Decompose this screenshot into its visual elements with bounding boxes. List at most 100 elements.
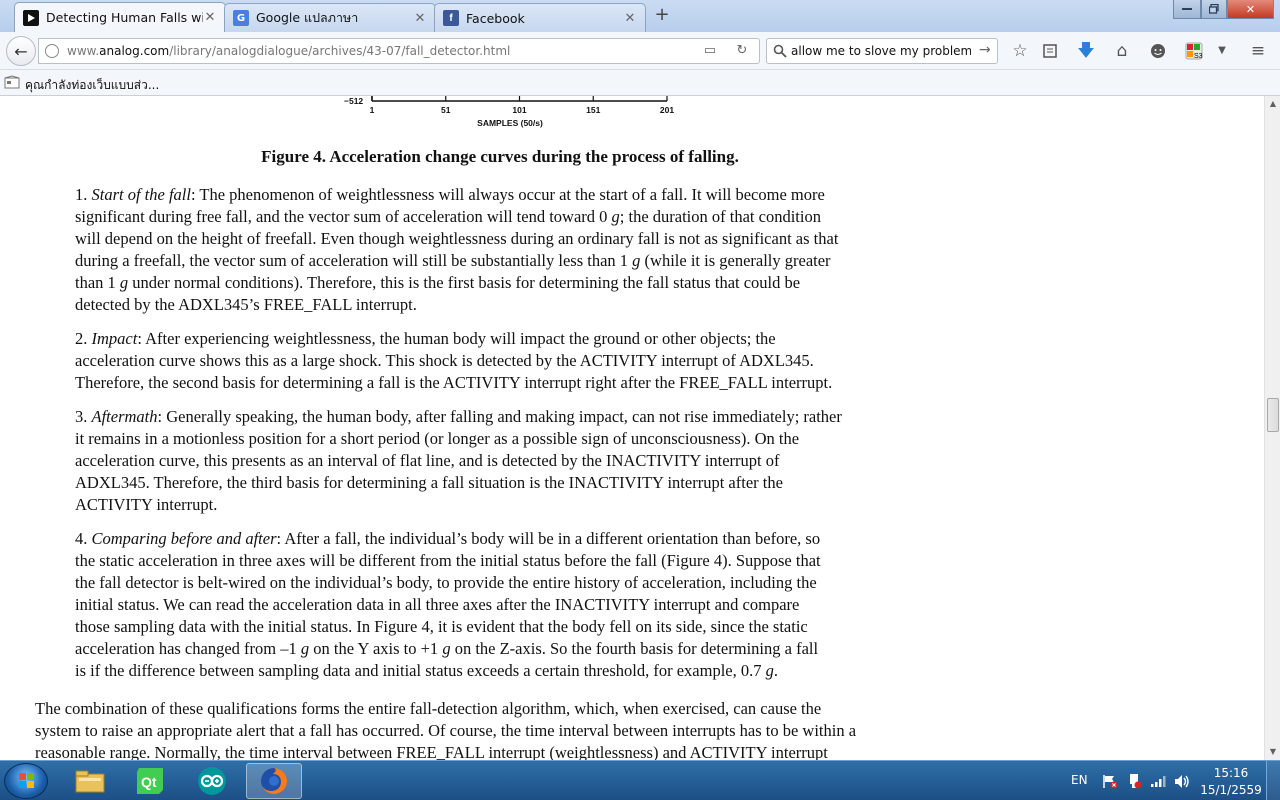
windows-taskbar: Qt EN 15:16 15/1/2559 (0, 760, 1280, 800)
text-line: than 1 g under normal conditions). There… (75, 273, 801, 292)
text-line: 2. Impact: After experiencing weightless… (75, 329, 776, 348)
private-mask-icon (4, 75, 20, 89)
text-line: The combination of these qualifications … (35, 699, 822, 718)
tab-facebook[interactable]: f Facebook ✕ (434, 3, 646, 32)
search-input[interactable] (791, 42, 971, 60)
svg-text:S3: S3 (1194, 53, 1203, 60)
clock-time[interactable]: 15:16 (1205, 766, 1257, 780)
tab-google-translate[interactable]: G Google แปลภาษา ✕ (224, 3, 436, 32)
x-tick-label: 101 (512, 105, 527, 115)
back-button[interactable]: ← (6, 36, 36, 66)
text-line: those sampling data with the initial sta… (75, 617, 808, 636)
taskbar-firefox[interactable] (246, 763, 302, 799)
text-line: detected by the ADXL345’s FREE_FALL inte… (75, 295, 417, 314)
action-center-flag-icon[interactable] (1102, 774, 1118, 789)
text-line: will depend on the height of freefall. E… (75, 229, 839, 248)
firefox-icon (261, 768, 287, 794)
reload-icon[interactable]: ↻ (733, 43, 751, 61)
text-line: ACTIVITY interrupt. (75, 495, 218, 514)
list-item-comparing: 4. Comparing before and after: After a f… (75, 528, 821, 682)
text-line: reasonable range. Normally, the time int… (35, 743, 828, 760)
text-line: system to raise an appropriate alert tha… (35, 721, 857, 740)
tab-title: Facebook (466, 10, 525, 26)
close-window-button[interactable]: ✕ (1227, 0, 1274, 19)
show-desktop-button[interactable] (1266, 761, 1280, 800)
reader-view-icon[interactable]: ▭ (701, 43, 719, 61)
tab-close-icon[interactable]: ✕ (413, 11, 427, 26)
close-icon: ✕ (1245, 2, 1256, 16)
list-item-impact: 2. Impact: After experiencing weightless… (75, 328, 832, 394)
svg-text:Qt: Qt (141, 774, 157, 790)
language-indicator[interactable]: EN (1071, 773, 1088, 787)
start-button[interactable] (4, 763, 48, 799)
taskbar-arduino[interactable] (184, 763, 240, 799)
page-content: −512 SAMPLES (50/s) 1 51 101 151 201 Figure … (0, 96, 1264, 760)
x-tick-label: 201 (659, 105, 675, 115)
back-arrow-icon: ← (14, 41, 28, 61)
file-explorer-icon (75, 770, 105, 793)
volume-icon[interactable] (1174, 774, 1190, 789)
list-item-start-of-fall: 1. Start of the fall: The phenomenon of … (75, 184, 838, 316)
figure-caption: Figure 4. Acceleration change curves dur… (261, 147, 739, 166)
search-go-icon[interactable]: → (979, 42, 991, 58)
chat-icon[interactable] (1146, 40, 1170, 62)
tab-title: Google แปลภาษา (256, 10, 359, 25)
downloads-icon[interactable]: 🡇 (1074, 40, 1098, 62)
scrollbar-thumb[interactable] (1267, 398, 1279, 432)
address-bar[interactable]: www.analog.com/library/analogdialogue/ar… (38, 38, 760, 64)
globe-icon (45, 44, 59, 58)
figure-4-chart: −512 SAMPLES (50/s) 1 51 101 151 201 (330, 96, 690, 132)
taskbar-qt-creator[interactable]: Qt (122, 763, 178, 799)
x-tick-label: 1 (369, 105, 375, 115)
text-line: significant during free fall, and the ve… (75, 207, 821, 226)
x-tick-label: 151 (586, 105, 601, 115)
bookmark-star-icon[interactable]: ☆ (1008, 40, 1032, 62)
bookmark-label[interactable]: คุณกำลังท่องเว็บแบบส่ว... (25, 76, 159, 95)
tab-detecting-falls[interactable]: Detecting Human Falls wit... ✕ (14, 2, 226, 32)
restore-button[interactable] (1201, 0, 1227, 19)
chevron-down-icon[interactable]: ▼ (1210, 40, 1234, 62)
minimize-button[interactable] (1173, 0, 1201, 19)
text-line: acceleration curve, this presents as an … (75, 451, 780, 470)
text-line: Therefore, the second basis for determin… (75, 373, 833, 392)
qt-creator-icon: Qt (137, 768, 163, 794)
new-tab-button[interactable]: + (650, 6, 674, 26)
scroll-up-icon[interactable]: ▲ (1265, 96, 1280, 112)
vertical-scrollbar[interactable]: ▲ ▼ (1264, 96, 1280, 760)
text-line: acceleration curve shows this as a large… (75, 351, 814, 370)
text-line: 3. Aftermath: Generally speaking, the hu… (75, 407, 842, 426)
tab-strip: Detecting Human Falls wit... ✕ G Google … (0, 0, 1280, 32)
windows-logo-icon (19, 773, 34, 788)
s3-addon-icon[interactable]: S3 (1182, 40, 1206, 62)
text-line: 1. Start of the fall: The phenomenon of … (75, 185, 825, 204)
text-line: ADXL345. Therefore, the third basis for … (75, 473, 783, 492)
play-icon (23, 9, 39, 26)
bookmarks-menu-icon[interactable] (1038, 40, 1062, 62)
google-icon: G (233, 10, 249, 26)
browser-window: Detecting Human Falls wit... ✕ G Google … (0, 0, 1280, 800)
text-line: it remains in a motionless position for … (75, 429, 800, 448)
tab-close-icon[interactable]: ✕ (203, 10, 217, 25)
tab-title: Detecting Human Falls wit... (46, 10, 203, 25)
scroll-down-icon[interactable]: ▼ (1265, 744, 1280, 760)
text-line: initial status. We can read the accelera… (75, 595, 800, 614)
url-text[interactable]: www.analog.com/library/analogdialogue/ar… (67, 44, 510, 58)
search-bar[interactable]: → (766, 38, 998, 64)
network-signal-icon[interactable] (1150, 775, 1166, 788)
text-line: during a freefall, the vector sum of acc… (75, 251, 831, 270)
clock-date[interactable]: 15/1/2559 (1199, 783, 1263, 797)
home-icon[interactable]: ⌂ (1110, 40, 1134, 62)
closing-paragraph: The combination of these qualifications … (35, 698, 856, 760)
text-line: 4. Comparing before and after: After a f… (75, 529, 821, 548)
search-icon (773, 44, 787, 58)
facebook-icon: f (443, 10, 459, 26)
x-tick-label: 51 (441, 105, 451, 115)
usb-device-icon[interactable] (1126, 773, 1142, 789)
list-item-aftermath: 3. Aftermath: Generally speaking, the hu… (75, 406, 842, 516)
text-line: the fall detector is belt-wired on the i… (75, 573, 817, 592)
arduino-icon (198, 767, 226, 795)
hamburger-menu-icon[interactable]: ≡ (1246, 40, 1270, 62)
bookmarks-toolbar: คุณกำลังท่องเว็บแบบส่ว... (0, 70, 1280, 96)
tab-close-icon[interactable]: ✕ (623, 11, 637, 26)
taskbar-file-explorer[interactable] (62, 763, 118, 799)
